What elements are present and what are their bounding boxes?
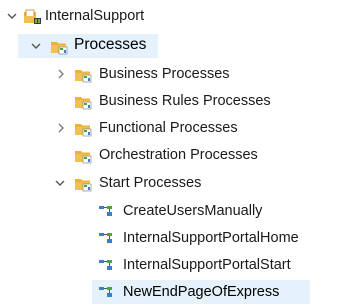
tree-node-processes[interactable]: Processes (18, 34, 158, 58)
tree-node-label: CreateUsersManually (123, 203, 263, 219)
process-folder-icon (74, 120, 94, 137)
tree-node-start-processes[interactable]: Start Processes (0, 171, 341, 195)
project-folder-icon (23, 8, 43, 25)
chevron-right-icon[interactable] (53, 66, 69, 82)
tree-node-internalsupport[interactable]: InternalSupport (0, 4, 341, 28)
tree-node-label: Processes (74, 36, 147, 53)
chevron-down-icon[interactable] (52, 175, 68, 191)
process-icon (97, 230, 117, 247)
process-folder-icon (74, 93, 94, 110)
process-folder-icon (74, 175, 94, 192)
tree-node-label: Functional Processes (99, 120, 238, 136)
chevron-down-icon[interactable] (28, 38, 44, 54)
tree-node-label: InternalSupportPortalHome (123, 230, 299, 246)
tree-node-label: Business Rules Processes (99, 93, 271, 109)
process-folder-icon (74, 147, 94, 164)
tree-node-business-rules-processes[interactable]: Business Rules Processes (0, 89, 341, 113)
process-folder-icon (74, 66, 94, 83)
tree-node-newendpageofexpress[interactable]: NewEndPageOfExpress (92, 280, 310, 304)
tree-node-createusersmanually[interactable]: CreateUsersManually (0, 199, 341, 223)
tree-node-label: Orchestration Processes (99, 147, 258, 163)
tree-node-business-processes[interactable]: Business Processes (0, 62, 341, 86)
process-icon (97, 284, 117, 301)
process-icon (97, 203, 117, 220)
tree-node-label: NewEndPageOfExpress (123, 284, 280, 300)
tree-node-label: Start Processes (99, 175, 202, 191)
chevron-down-icon[interactable] (4, 8, 20, 24)
chevron-right-icon[interactable] (53, 120, 69, 136)
tree-node-label: InternalSupportPortalStart (123, 257, 291, 273)
tree-node-label: InternalSupport (45, 8, 145, 24)
tree-node-internalsupportportalhome[interactable]: InternalSupportPortalHome (0, 226, 341, 250)
process-icon (97, 257, 117, 274)
tree-node-functional-processes[interactable]: Functional Processes (0, 116, 341, 140)
tree-node-orchestration-processes[interactable]: Orchestration Processes (0, 143, 341, 167)
process-folder-icon (50, 38, 70, 55)
tree-node-internalsupportportalstart[interactable]: InternalSupportPortalStart (0, 253, 341, 277)
tree-node-label: Business Processes (99, 66, 230, 82)
